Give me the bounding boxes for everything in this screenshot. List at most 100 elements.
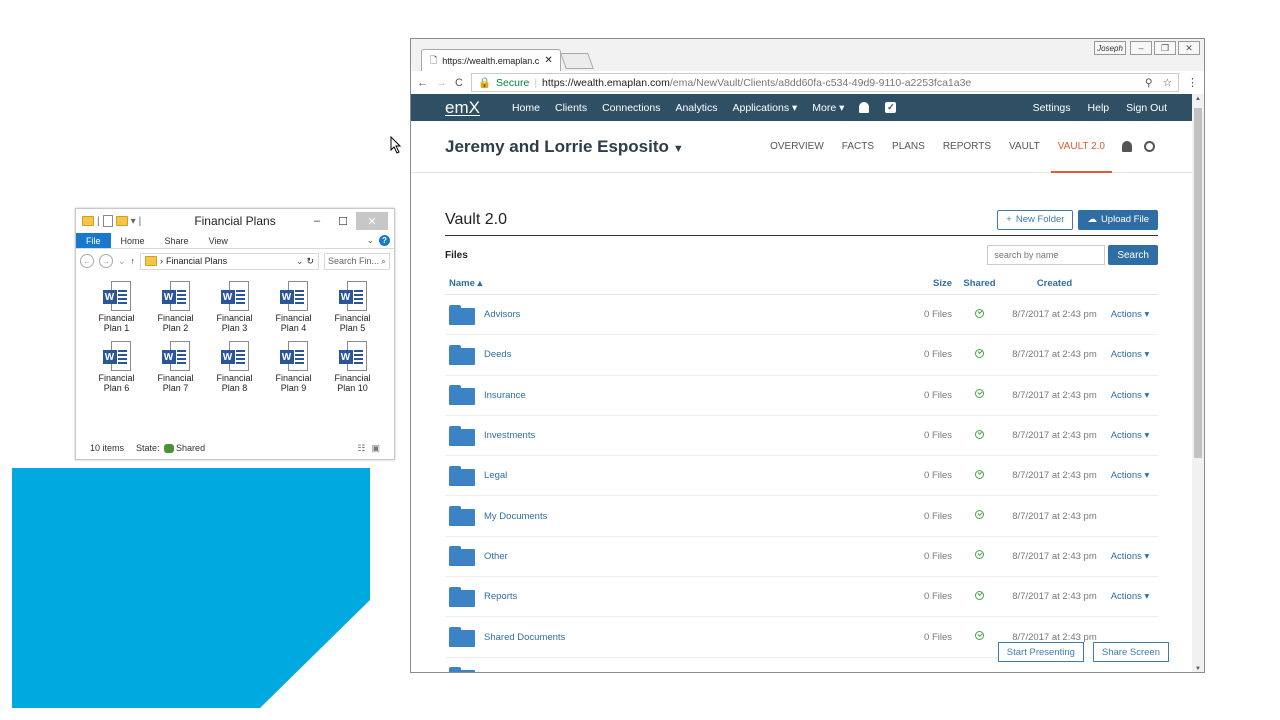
- folder-name[interactable]: Advisors: [484, 309, 520, 320]
- file-item[interactable]: W Financial Plan 6: [87, 341, 146, 399]
- file-item[interactable]: W Financial Plan 8: [205, 341, 264, 399]
- ribbon-tab-home[interactable]: Home: [111, 233, 155, 248]
- folder-name[interactable]: Other: [484, 551, 508, 562]
- scrollbar-thumb[interactable]: [1194, 108, 1202, 458]
- start-presenting-button[interactable]: Start Presenting: [997, 642, 1084, 662]
- checkbox-icon[interactable]: ✓: [885, 102, 897, 113]
- ribbon-tab-view[interactable]: View: [199, 233, 238, 248]
- file-item[interactable]: W Financial Plan 7: [146, 341, 205, 399]
- column-shared[interactable]: Shared: [952, 278, 1007, 289]
- actions-dropdown[interactable]: Actions ▾: [1102, 390, 1158, 401]
- tab-plans[interactable]: PLANS: [883, 121, 934, 173]
- folder-name[interactable]: Legal: [484, 470, 507, 481]
- folder-name-cell[interactable]: [445, 667, 890, 672]
- scroll-down-icon[interactable]: ▼: [1192, 666, 1204, 672]
- close-icon[interactable]: ✕: [1178, 41, 1200, 55]
- nav-analytics[interactable]: Analytics: [675, 102, 717, 114]
- close-tab-icon[interactable]: ✕: [544, 55, 552, 66]
- column-size[interactable]: Size: [890, 278, 952, 289]
- folder-name-cell[interactable]: Advisors: [445, 304, 890, 325]
- up-icon[interactable]: ↑: [131, 256, 136, 266]
- tab-vault-2[interactable]: VAULT 2.0: [1049, 121, 1114, 173]
- profile-button[interactable]: Joseph: [1094, 41, 1126, 55]
- search-button[interactable]: Search: [1108, 245, 1158, 265]
- bookmark-star-icon[interactable]: ☆: [1163, 77, 1172, 89]
- back-icon[interactable]: ←: [80, 254, 94, 268]
- globe-icon[interactable]: [1144, 141, 1155, 152]
- large-icons-view-icon[interactable]: ▣: [371, 443, 380, 454]
- tab-facts[interactable]: FACTS: [833, 121, 883, 173]
- file-item[interactable]: W Financial Plan 4: [264, 281, 323, 339]
- file-item[interactable]: W Financial Plan 2: [146, 281, 205, 339]
- folder-name-cell[interactable]: Insurance: [445, 385, 890, 406]
- recent-locations-icon[interactable]: ⌄: [118, 256, 126, 267]
- new-folder-button[interactable]: + New Folder: [997, 209, 1074, 230]
- bell-icon[interactable]: [859, 102, 870, 113]
- file-item[interactable]: W Financial Plan 3: [205, 281, 264, 339]
- reload-icon[interactable]: C: [455, 77, 463, 89]
- ribbon-tab-file[interactable]: File: [76, 233, 111, 248]
- ribbon-tab-share[interactable]: Share: [155, 233, 199, 248]
- column-name[interactable]: Name ▴: [445, 278, 890, 289]
- folder-name-cell[interactable]: Legal: [445, 465, 890, 486]
- nav-more[interactable]: More ▾: [812, 102, 844, 114]
- nav-help[interactable]: Help: [1088, 102, 1110, 114]
- folder-name-cell[interactable]: Deeds: [445, 344, 890, 365]
- zoom-icon[interactable]: ⚲: [1145, 77, 1153, 89]
- folder-name[interactable]: Insurance: [484, 390, 526, 401]
- url-bar[interactable]: 🔒 Secure | https://wealth.emaplan.com/em…: [470, 73, 1179, 92]
- column-created[interactable]: Created: [1007, 278, 1102, 289]
- folder-name[interactable]: Shared Documents: [484, 632, 565, 643]
- browser-tab[interactable]: 🗋 https://wealth.emaplan.c ✕: [421, 49, 561, 71]
- forward-icon[interactable]: →: [99, 254, 113, 268]
- nav-home[interactable]: Home: [512, 102, 540, 114]
- properties-icon[interactable]: [102, 215, 113, 227]
- nav-applications[interactable]: Applications ▾: [732, 102, 797, 114]
- folder-name-cell[interactable]: Other: [445, 546, 890, 567]
- address-dropdown-icon[interactable]: ⌄: [296, 256, 304, 267]
- search-input[interactable]: [987, 245, 1106, 265]
- help-icon[interactable]: ?: [379, 235, 390, 246]
- folder-name[interactable]: Investments: [484, 430, 535, 441]
- folder-name-cell[interactable]: Investments: [445, 425, 890, 446]
- person-icon[interactable]: [1122, 141, 1132, 152]
- folder-name-cell[interactable]: Shared Documents: [445, 627, 890, 648]
- folder-name-cell[interactable]: Reports: [445, 586, 890, 607]
- file-item[interactable]: W Financial Plan 10: [323, 341, 382, 399]
- file-item[interactable]: W Financial Plan 1: [87, 281, 146, 339]
- minimize-icon[interactable]: –: [1130, 41, 1152, 55]
- forward-icon[interactable]: →: [436, 77, 447, 89]
- new-tab-button[interactable]: [560, 53, 594, 69]
- actions-dropdown[interactable]: Actions ▾: [1102, 309, 1158, 320]
- breadcrumb[interactable]: Financial Plans: [166, 256, 227, 266]
- folder-name[interactable]: My Documents: [484, 511, 547, 522]
- scroll-up-icon[interactable]: ▲: [1192, 96, 1204, 102]
- details-view-icon[interactable]: ☷: [357, 443, 365, 454]
- actions-dropdown[interactable]: Actions ▾: [1102, 591, 1158, 602]
- new-folder-icon[interactable]: [115, 216, 128, 226]
- actions-dropdown[interactable]: Actions ▾: [1102, 349, 1158, 360]
- folder-name[interactable]: Deeds: [484, 349, 511, 360]
- maximize-icon[interactable]: ☐: [330, 212, 356, 230]
- expand-ribbon-icon[interactable]: ⌄: [366, 235, 374, 246]
- tab-vault[interactable]: VAULT: [1000, 121, 1049, 173]
- tab-overview[interactable]: OVERVIEW: [761, 121, 833, 173]
- restore-icon[interactable]: ❐: [1154, 41, 1176, 55]
- actions-dropdown[interactable]: Actions ▾: [1102, 551, 1158, 562]
- actions-dropdown[interactable]: Actions ▾: [1102, 430, 1158, 441]
- menu-icon[interactable]: ⋮: [1187, 76, 1198, 89]
- explorer-address-bar[interactable]: › Financial Plans ⌄ ↻: [140, 252, 319, 270]
- nav-settings[interactable]: Settings: [1033, 102, 1071, 114]
- nav-sign-out[interactable]: Sign Out: [1126, 102, 1167, 114]
- share-screen-button[interactable]: Share Screen: [1092, 642, 1169, 662]
- nav-clients[interactable]: Clients: [555, 102, 587, 114]
- folder-name[interactable]: Reports: [484, 591, 517, 602]
- upload-file-button[interactable]: ☁ Upload File: [1078, 209, 1158, 230]
- refresh-icon[interactable]: ↻: [306, 256, 314, 267]
- page-scrollbar[interactable]: ▲ ▼: [1192, 94, 1204, 672]
- file-item[interactable]: W Financial Plan 9: [264, 341, 323, 399]
- app-logo[interactable]: emX: [445, 98, 480, 118]
- explorer-search-input[interactable]: Search Fin... ⌕: [324, 252, 390, 270]
- folder-name-cell[interactable]: My Documents: [445, 506, 890, 527]
- customize-toolbar-icon[interactable]: ▾: [131, 216, 136, 227]
